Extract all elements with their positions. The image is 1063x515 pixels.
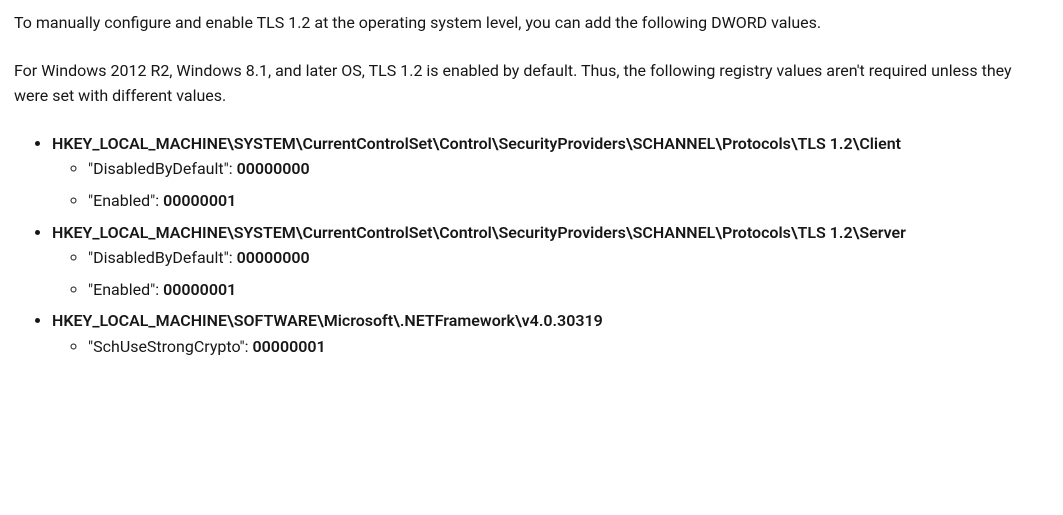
registry-value-name: "Enabled": bbox=[88, 191, 163, 210]
registry-path: HKEY_LOCAL_MACHINE\SYSTEM\CurrentControl… bbox=[52, 223, 906, 242]
registry-key-list: HKEY_LOCAL_MACHINE\SYSTEM\CurrentControl… bbox=[14, 131, 1049, 360]
registry-value-data: 00000001 bbox=[163, 280, 236, 299]
intro-paragraph-2: For Windows 2012 R2, Windows 8.1, and la… bbox=[14, 58, 1049, 109]
registry-value-data: 00000001 bbox=[163, 191, 236, 210]
registry-value-item: "Enabled": 00000001 bbox=[88, 188, 1049, 214]
registry-value-item: "Enabled": 00000001 bbox=[88, 277, 1049, 303]
registry-value-name: "DisabledByDefault": bbox=[88, 159, 237, 178]
registry-key-item: HKEY_LOCAL_MACHINE\SYSTEM\CurrentControl… bbox=[52, 220, 1049, 303]
registry-value-list: "SchUseStrongCrypto": 00000001 bbox=[52, 334, 1049, 360]
registry-value-name: "DisabledByDefault": bbox=[88, 248, 237, 267]
registry-value-item: "SchUseStrongCrypto": 00000001 bbox=[88, 334, 1049, 360]
registry-key-item: HKEY_LOCAL_MACHINE\SOFTWARE\Microsoft\.N… bbox=[52, 308, 1049, 359]
registry-value-list: "DisabledByDefault": 00000000 "Enabled":… bbox=[52, 156, 1049, 213]
registry-key-item: HKEY_LOCAL_MACHINE\SYSTEM\CurrentControl… bbox=[52, 131, 1049, 214]
registry-value-item: "DisabledByDefault": 00000000 bbox=[88, 245, 1049, 271]
registry-value-name: "SchUseStrongCrypto": bbox=[88, 337, 253, 356]
registry-value-list: "DisabledByDefault": 00000000 "Enabled":… bbox=[52, 245, 1049, 302]
registry-value-name: "Enabled": bbox=[88, 280, 163, 299]
intro-paragraph-1: To manually configure and enable TLS 1.2… bbox=[14, 10, 1049, 36]
registry-path: HKEY_LOCAL_MACHINE\SOFTWARE\Microsoft\.N… bbox=[52, 311, 603, 330]
registry-value-item: "DisabledByDefault": 00000000 bbox=[88, 156, 1049, 182]
registry-value-data: 00000001 bbox=[253, 337, 326, 356]
registry-value-data: 00000000 bbox=[237, 159, 310, 178]
registry-path: HKEY_LOCAL_MACHINE\SYSTEM\CurrentControl… bbox=[52, 134, 901, 153]
registry-value-data: 00000000 bbox=[237, 248, 310, 267]
